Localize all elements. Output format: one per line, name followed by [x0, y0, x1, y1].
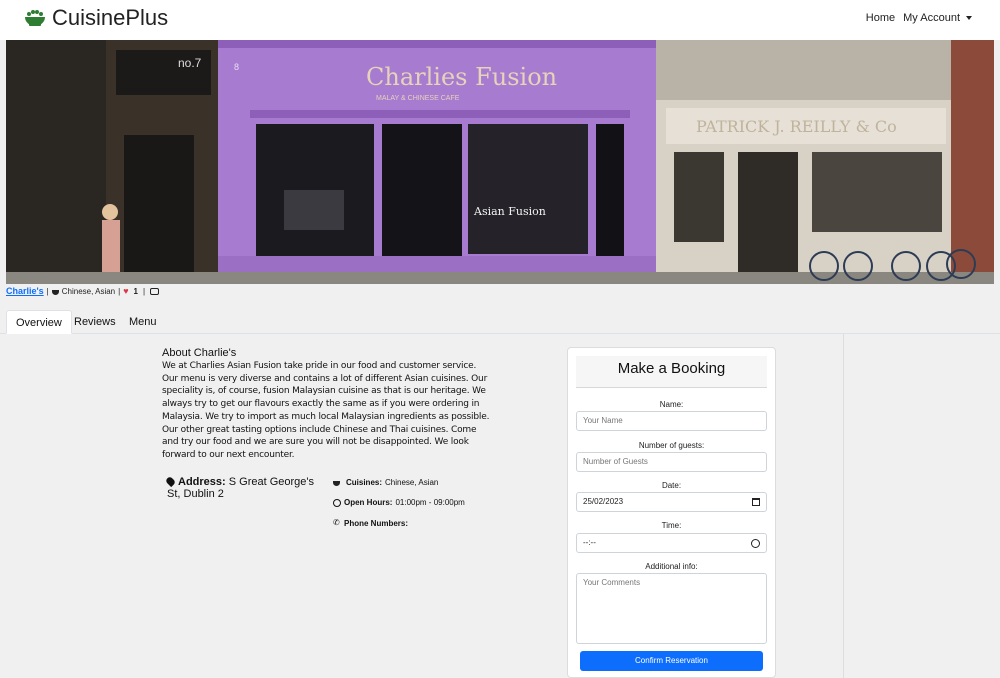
time-input[interactable]: --:-- [576, 533, 767, 553]
separator: | [46, 286, 49, 296]
nav-links: Home My Account [858, 12, 972, 24]
cuisines-value: Chinese, Asian [385, 477, 439, 487]
clock-icon[interactable] [751, 539, 760, 548]
separator: | [143, 286, 146, 296]
phone-row: ✆ Phone Numbers: [333, 513, 465, 534]
guests-label: Number of guests: [638, 441, 705, 450]
bowl-logo-icon [25, 10, 45, 26]
navbar: CuisinePlus Home My Account [0, 0, 1000, 40]
restaurant-summary: Charlie's | Chinese, Asian | ♥ 1 | [6, 285, 160, 297]
about-section: About Charlie's We at Charlies Asian Fus… [162, 347, 492, 462]
restaurant-hero-image: no.7 8 Charlies Fusion MALAY & CHINESE C… [6, 40, 994, 284]
nav-account-dropdown[interactable]: My Account [903, 12, 972, 24]
phone-label: Phone Numbers: [344, 518, 409, 528]
about-text: We at Charlies Asian Fusion take pride i… [162, 361, 490, 460]
nav-account-label: My Account [903, 12, 960, 24]
date-input[interactable]: 25/02/2023 [576, 492, 767, 512]
phone-icon: ✆ [333, 518, 340, 528]
hero-sign-sub: MALAY & CHINESE CAFE [376, 95, 460, 102]
cuisine-summary: Chinese, Asian [61, 286, 116, 296]
brand[interactable]: CuisinePlus [24, 5, 168, 31]
hero-neighbour-sign: PATRICK J. REILLY & Co [696, 117, 897, 136]
column-divider [843, 334, 844, 678]
hero-sign-main: Charlies Fusion [366, 63, 557, 91]
booking-card: Make a Booking Name: Your Name Number of… [567, 347, 776, 678]
address-block: Address: S Great George's St, Dublin 2 [164, 475, 317, 500]
clock-icon [333, 498, 341, 507]
name-label: Name: [659, 400, 684, 409]
restaurant-name-link[interactable]: Charlie's [6, 286, 44, 296]
likes-count: 1 [133, 286, 138, 296]
comments-textarea[interactable]: Your Comments [576, 573, 767, 644]
nav-home-link[interactable]: Home [866, 12, 895, 24]
hero-shop-number: no.7 [178, 56, 202, 70]
details-block: Cuisines: Chinese, Asian Open Hours: 01:… [333, 472, 465, 534]
brand-name: CuisinePlus [52, 5, 169, 30]
tab-reviews[interactable]: Reviews [65, 310, 125, 334]
tab-menu[interactable]: Menu [120, 310, 166, 334]
cuisines-label: Cuisines: [346, 477, 383, 487]
caret-down-icon [966, 16, 972, 21]
separator: | [118, 286, 121, 296]
tab-overview[interactable]: Overview [6, 310, 72, 334]
hero-door-number: 8 [234, 62, 239, 72]
date-label: Date: [661, 481, 682, 490]
date-value: 25/02/2023 [583, 497, 624, 506]
map-pin-icon [164, 475, 177, 488]
address-label: Address: [178, 476, 226, 488]
tab-bar: Overview Reviews Menu [0, 310, 1000, 334]
time-label: Time: [661, 521, 682, 530]
confirm-reservation-button[interactable]: Confirm Reservation [580, 651, 763, 671]
booking-title: Make a Booking [576, 356, 767, 388]
bowl-icon [51, 289, 59, 295]
hero-window-text: Asian Fusion [473, 205, 546, 218]
heart-icon[interactable]: ♥ [123, 286, 128, 296]
guests-input[interactable]: Number of Guests [576, 452, 767, 472]
name-input[interactable]: Your Name [576, 411, 767, 431]
comments-icon[interactable] [150, 287, 160, 295]
hours-label: Open Hours: [344, 498, 393, 508]
time-value: --:-- [583, 538, 596, 547]
hours-row: Open Hours: 01:00pm - 09:00pm [333, 493, 465, 514]
hours-value: 01:00pm - 09:00pm [395, 498, 465, 508]
info-label: Additional info: [645, 562, 698, 571]
bowl-icon [333, 480, 340, 486]
about-title: About Charlie's [162, 347, 237, 359]
calendar-icon[interactable] [752, 498, 760, 506]
cuisines-row: Cuisines: Chinese, Asian [333, 472, 465, 493]
